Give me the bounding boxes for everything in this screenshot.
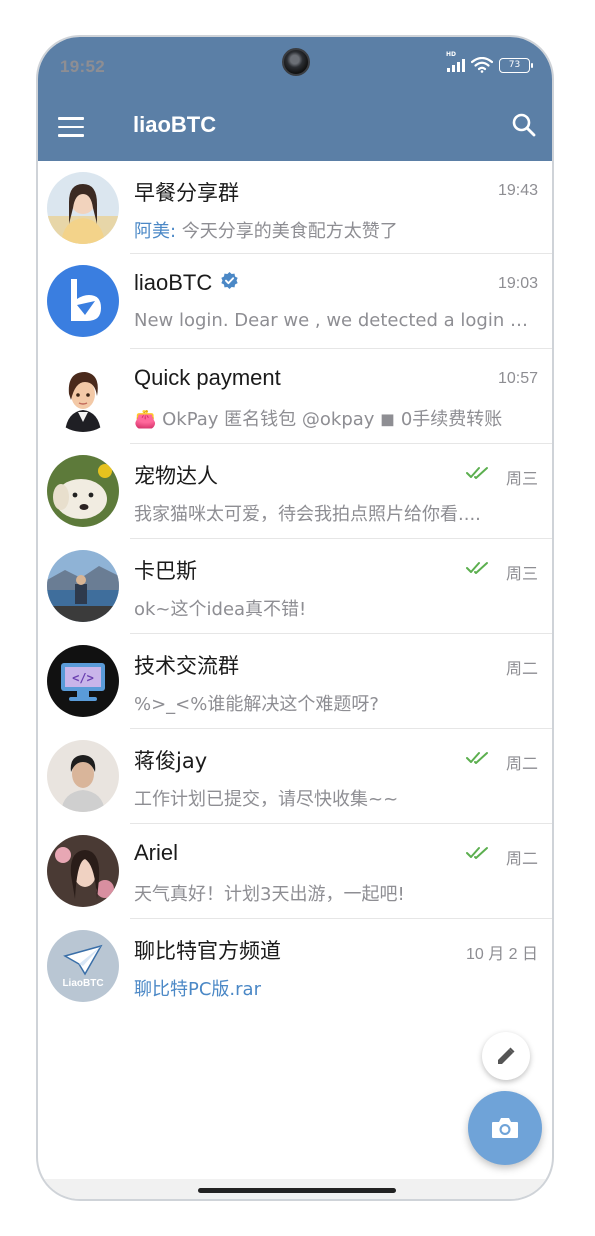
avatar: [47, 265, 119, 337]
chat-time: 周三: [505, 566, 538, 583]
double-check-icon: [466, 562, 488, 574]
front-camera: [282, 48, 310, 76]
chat-preview: 天气真好！计划3天出游，一起吧!: [134, 884, 405, 905]
chat-list: 早餐分享群 19:43 阿美: 今天分享的美食配方太赞了 liaoBTC 19:…: [38, 161, 552, 1014]
chat-time: 周三: [505, 471, 538, 488]
chat-preview: %>_<%谁能解决这个难题呀?: [134, 694, 379, 715]
battery-icon: 73: [499, 57, 533, 73]
double-check-icon: [466, 847, 488, 859]
avatar: [47, 360, 119, 432]
chat-time: 19:43: [497, 182, 538, 199]
signal-icon: HD: [446, 51, 465, 72]
avatar: [47, 172, 119, 244]
chat-time: 10 月 2 日: [465, 946, 538, 963]
chat-preview: 👛 OkPay 匿名钱包 @okpay ◼ 0手续费转账: [134, 409, 503, 430]
chat-row[interactable]: 宠物达人 周三 我家猫咪太可爱，待会我拍点照片给你看....: [38, 444, 552, 539]
search-icon[interactable]: [510, 111, 538, 139]
chat-row[interactable]: Ariel 周二 天气真好！计划3天出游，一起吧!: [38, 824, 552, 919]
chat-name: 早餐分享群: [134, 181, 239, 205]
wifi-icon: [471, 57, 493, 73]
chat-time: 周二: [505, 661, 538, 678]
chat-sender: 阿美: [134, 221, 170, 242]
chat-row[interactable]: 蒋俊jay 周二 工作计划已提交，请尽快收集~~: [38, 729, 552, 824]
chat-name: 卡巴斯: [134, 559, 197, 583]
chat-name: Ariel: [134, 840, 179, 865]
svg-text:</>: </>: [72, 671, 94, 685]
chat-time: 周二: [505, 851, 538, 868]
avatar: </>: [47, 645, 119, 717]
pencil-icon: [498, 1047, 515, 1064]
chat-row[interactable]: liaoBTC 19:03 New login. Dear we , we de…: [38, 254, 552, 349]
camera-button[interactable]: [468, 1091, 542, 1165]
app-title: liaoBTC: [133, 112, 217, 137]
compose-button[interactable]: [482, 1032, 530, 1080]
chat-row[interactable]: 卡巴斯 周三 ok~这个idea真不错!: [38, 539, 552, 634]
avatar: [47, 835, 119, 907]
chat-row[interactable]: Quick payment 10:57 👛 OkPay 匿名钱包 @okpay …: [38, 349, 552, 444]
chat-preview: ok~这个idea真不错!: [134, 599, 307, 620]
phone-frame: 19:52 HD 73 liaoBTC 早餐分享群 19:43 阿美: 今天分享…: [36, 35, 554, 1201]
chat-name: Quick payment: [134, 365, 281, 390]
app-bar: liaoBTC: [38, 99, 552, 161]
status-icons: HD 73: [446, 51, 533, 73]
avatar-logo-text: LiaoBTC: [62, 978, 103, 989]
chat-name: 蒋俊jay: [134, 749, 208, 773]
avatar: [47, 455, 119, 527]
double-check-icon: [466, 467, 488, 479]
chat-preview: 阿美: 今天分享的美食配方太赞了: [134, 221, 398, 242]
chat-row[interactable]: </> 技术交流群 周二 %>_<%谁能解决这个难题呀?: [38, 634, 552, 729]
avatar: [47, 550, 119, 622]
chat-preview: 聊比特PC版.rar: [134, 979, 261, 1000]
chat-time: 周二: [505, 756, 538, 773]
status-bar: 19:52 HD 73: [38, 37, 552, 99]
hd-label: HD: [446, 51, 457, 58]
chat-row[interactable]: LiaoBTC 聊比特官方频道 10 月 2 日 聊比特PC版.rar: [38, 919, 552, 1014]
chat-preview: 我家猫咪太可爱，待会我拍点照片给你看....: [134, 504, 481, 525]
chat-name: 宠物达人: [134, 464, 218, 488]
chat-row[interactable]: 早餐分享群 19:43 阿美: 今天分享的美食配方太赞了: [38, 161, 552, 254]
chat-name: 聊比特官方频道: [134, 939, 281, 963]
double-check-icon: [466, 752, 488, 764]
chat-name: 技术交流群: [134, 654, 239, 678]
verified-badge-icon: [221, 271, 238, 290]
chat-time: 19:03: [497, 275, 538, 292]
chat-time: 10:57: [497, 370, 538, 387]
chat-preview: 工作计划已提交，请尽快收集~~: [134, 789, 399, 810]
home-indicator[interactable]: [198, 1188, 396, 1193]
chat-message: 今天分享的美食配方太赞了: [181, 221, 398, 242]
chat-name: liaoBTC: [134, 270, 239, 296]
camera-icon: [492, 1118, 518, 1138]
hamburger-menu-icon[interactable]: [58, 117, 84, 139]
header: 19:52 HD 73 liaoBTC: [38, 37, 552, 161]
avatar: LiaoBTC: [47, 930, 119, 1002]
avatar: [47, 740, 119, 812]
chat-preview: New login. Dear we , we detected a login…: [134, 310, 529, 331]
